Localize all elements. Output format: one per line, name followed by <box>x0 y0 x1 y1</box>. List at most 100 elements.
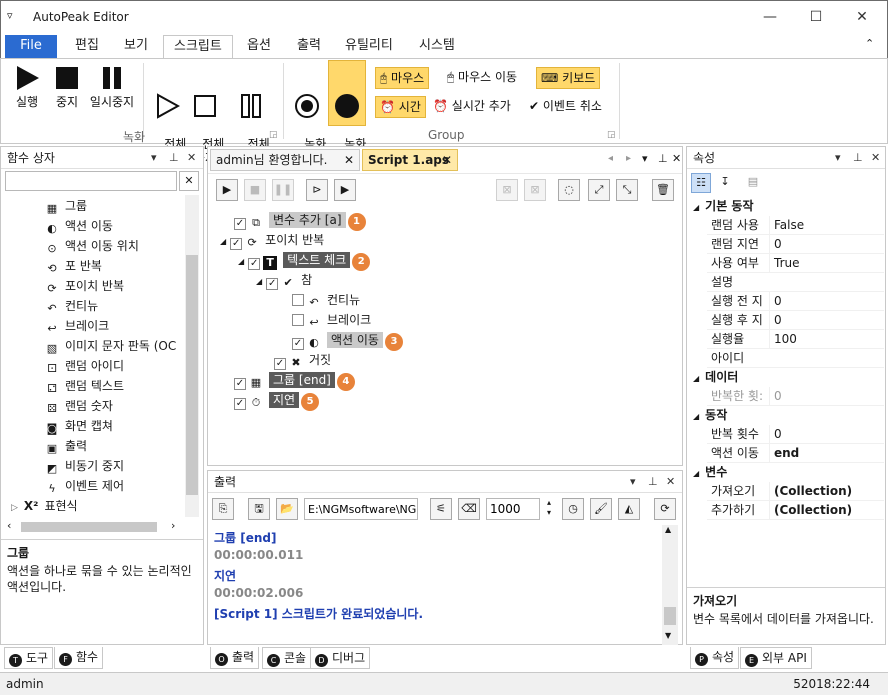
property-value[interactable]: 0 <box>769 235 782 254</box>
tab-list-icon[interactable]: ▾ <box>642 152 648 165</box>
refresh-circle-icon[interactable]: ◌ <box>558 179 580 201</box>
tree-item-action-move[interactable]: ◐ 액션 이동 <box>45 217 113 236</box>
property-section[interactable]: ◢ 변수 <box>687 463 884 482</box>
checkbox-checked[interactable]: ✓ <box>234 398 246 410</box>
tree-item-group[interactable]: ▦ 그룹 <box>45 197 87 216</box>
alphabetical-icon[interactable]: ↧ <box>715 173 735 193</box>
refresh-icon[interactable]: ⟳ <box>654 498 676 520</box>
property-value[interactable]: 0 <box>769 311 782 330</box>
menu-output[interactable]: 출력 <box>287 35 331 58</box>
group-expand-icon[interactable]: ◲ <box>269 130 278 140</box>
property-section[interactable]: ◢ 동작 <box>687 406 884 425</box>
property-row[interactable]: 추가하기 (Collection) <box>707 501 884 520</box>
categorized-icon[interactable]: ☷ <box>691 173 711 193</box>
tab-console[interactable]: C 콘솔 <box>262 647 312 669</box>
tree-item-for-loop[interactable]: ⟲ 포 반복 <box>45 257 102 276</box>
step-play-icon[interactable]: ⊳ <box>306 179 328 201</box>
tab-external-api[interactable]: E 외부 API <box>740 647 812 669</box>
tab-scroll-left-icon[interactable]: ◂ <box>608 153 613 164</box>
collapse-arrow-icon[interactable]: ◢ <box>693 469 699 478</box>
tree-item-async-stop[interactable]: ◩ 비동기 중지 <box>45 457 124 476</box>
property-section[interactable]: ◢ 기본 동작 <box>687 197 884 216</box>
maximize-button[interactable]: ☐ <box>793 1 839 33</box>
node-break[interactable]: ↩ 브레이크 <box>292 311 371 330</box>
scroll-thumb[interactable] <box>186 255 198 495</box>
tree-item-random-text[interactable]: ⚁ 랜덤 텍스트 <box>45 377 124 396</box>
panel-dropdown-icon[interactable]: ▾ <box>835 147 841 169</box>
collapse-arrow-icon[interactable]: ◢ <box>693 412 699 421</box>
keyboard-toggle[interactable]: ⌨ 키보드 <box>536 67 601 89</box>
pin-icon[interactable]: ⊥ <box>853 147 863 169</box>
node-foreach[interactable]: ◢ ✓ ⟳ 포이치 반복 <box>220 231 324 250</box>
property-row[interactable]: 실행 전 지 0 <box>707 292 884 311</box>
tab-welcome[interactable]: admin님 환영합니다. ✕ <box>210 149 360 171</box>
property-row[interactable]: 랜덤 지연 0 <box>707 235 884 254</box>
node-false[interactable]: ✓ ✖ 거짓 <box>274 351 331 370</box>
clock-icon[interactable]: ◷ <box>562 498 584 520</box>
tree-item-break[interactable]: ↩ 브레이크 <box>45 317 109 336</box>
property-value[interactable]: False <box>769 216 804 235</box>
menu-system[interactable]: 시스템 <box>409 35 465 58</box>
collapse-arrow-icon[interactable]: ◢ <box>220 237 226 246</box>
checkbox-unchecked[interactable] <box>292 314 304 326</box>
property-row[interactable]: 가져오기 (Collection) <box>707 482 884 501</box>
checkbox-checked[interactable]: ✓ <box>274 358 286 370</box>
scroll-thumb[interactable] <box>664 607 676 625</box>
panel-dropdown-icon[interactable]: ▾ <box>630 471 636 493</box>
tab-script1[interactable]: Script 1.aps ✕ <box>362 149 458 171</box>
menu-options[interactable]: 옵션 <box>237 35 281 58</box>
property-row[interactable]: 액션 이동 end <box>707 444 884 463</box>
node-delay[interactable]: ✓ ⏱ 지연 5 <box>234 391 320 411</box>
property-value[interactable]: 0 <box>769 425 782 444</box>
tab-properties[interactable]: P 속성 <box>690 647 740 669</box>
collapse-arrow-icon[interactable]: ◢ <box>693 374 699 383</box>
property-value[interactable]: 0 <box>769 292 782 311</box>
menu-edit[interactable]: 편집 <box>65 35 109 58</box>
paint-bucket-icon[interactable]: ◭ <box>618 498 640 520</box>
vertical-scrollbar[interactable] <box>185 195 199 517</box>
checkbox-checked[interactable]: ✓ <box>292 338 304 350</box>
editor-pin-icon[interactable]: ⊥ <box>658 152 668 165</box>
scroll-left-icon[interactable]: ‹ <box>7 519 11 532</box>
brush-icon[interactable]: 🖌 <box>590 498 612 520</box>
menu-file[interactable]: File <box>5 35 57 58</box>
save-icon[interactable]: 🖫 <box>248 498 270 520</box>
property-row[interactable]: 아이디 <box>707 349 884 368</box>
scroll-up-icon[interactable]: ▲ <box>665 525 671 534</box>
record-stop-button[interactable]: 녹화 중지 <box>328 60 366 165</box>
property-value[interactable]: (Collection) <box>769 501 852 520</box>
node-continue[interactable]: ↶ 컨티뉴 <box>292 291 360 310</box>
run-stop-icon[interactable]: ■ <box>244 179 266 201</box>
checkbox-checked[interactable]: ✓ <box>234 378 246 390</box>
tree-item-event-control[interactable]: ϟ 이벤트 제어 <box>45 477 124 496</box>
tab-close-icon[interactable]: ✕ <box>344 150 354 170</box>
pause-button[interactable]: 일시중지 <box>87 65 137 109</box>
trash-icon[interactable]: 🗑 <box>652 179 674 201</box>
property-row[interactable]: 실행율 100 <box>707 330 884 349</box>
tree-item-output[interactable]: ▣ 출력 <box>45 437 87 456</box>
clear-search-button[interactable]: ✕ <box>179 171 199 191</box>
checkbox-checked[interactable]: ✓ <box>234 218 246 230</box>
checkbox-unchecked[interactable] <box>292 294 304 306</box>
step-play-filled-icon[interactable]: ▶ <box>334 179 356 201</box>
property-row[interactable]: 실행 후 지 0 <box>707 311 884 330</box>
property-value[interactable]: 0 <box>769 387 782 406</box>
group-expand-icon-2[interactable]: ◲ <box>607 130 616 140</box>
property-section[interactable]: ◢ 데이터 <box>687 368 884 387</box>
node-group-end[interactable]: ✓ ▦ 그룹 [end] 4 <box>234 371 355 391</box>
tab-tools[interactable]: T 도구 <box>4 647 54 669</box>
mouse-toggle[interactable]: 🖰 마우스 <box>375 67 430 89</box>
property-row[interactable]: 사용 여부 True <box>707 254 884 273</box>
eraser-icon[interactable]: ⌫ <box>458 498 480 520</box>
run-pause-icon[interactable]: ❚❚ <box>272 179 294 201</box>
tab-scroll-right-icon[interactable]: ▸ <box>626 153 631 164</box>
ribbon-collapse-icon[interactable]: ⌃ <box>865 37 874 50</box>
node-text-check[interactable]: ◢ ✓ T 텍스트 체크 2 <box>238 251 371 271</box>
property-pages-icon[interactable]: ▤ <box>743 173 763 193</box>
hscroll-thumb[interactable] <box>21 522 157 532</box>
function-search-input[interactable] <box>5 171 177 191</box>
count-spinner[interactable]: ▴ ▾ <box>542 498 556 520</box>
collapse-arrow-icon[interactable]: ◢ <box>693 203 699 212</box>
property-row[interactable]: 랜덤 사용 False <box>707 216 884 235</box>
scroll-down-icon[interactable]: ▼ <box>665 631 671 640</box>
